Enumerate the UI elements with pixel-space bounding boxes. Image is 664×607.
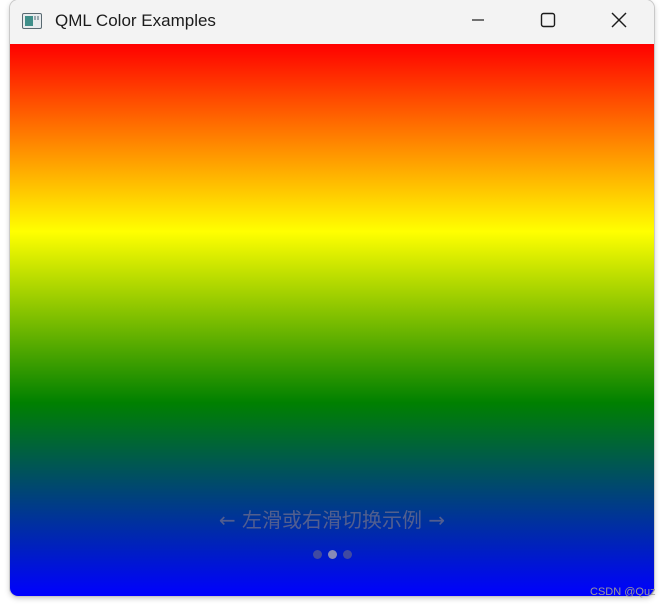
watermark: CSDN @Quz [590,586,656,598]
app-window: QML Color Examples ← 左滑或右滑切换示例 → [10,0,654,596]
title-bar[interactable]: QML Color Examples [10,0,654,44]
maximize-icon [540,12,556,32]
app-icon [22,13,42,29]
minimize-button[interactable] [443,0,513,44]
swipe-hint-label: ← 左滑或右滑切换示例 → [218,508,446,532]
minimize-icon [470,12,486,32]
gradient-swipe-view[interactable]: ← 左滑或右滑切换示例 → [10,44,654,596]
page-indicator-dot[interactable] [342,550,352,559]
window-title: QML Color Examples [55,11,216,30]
page-indicator-dot[interactable] [327,550,337,559]
close-icon [610,11,628,33]
page-indicator [10,550,654,559]
close-button[interactable] [584,0,654,44]
maximize-button[interactable] [513,0,583,44]
page-indicator-dot[interactable] [312,550,322,559]
